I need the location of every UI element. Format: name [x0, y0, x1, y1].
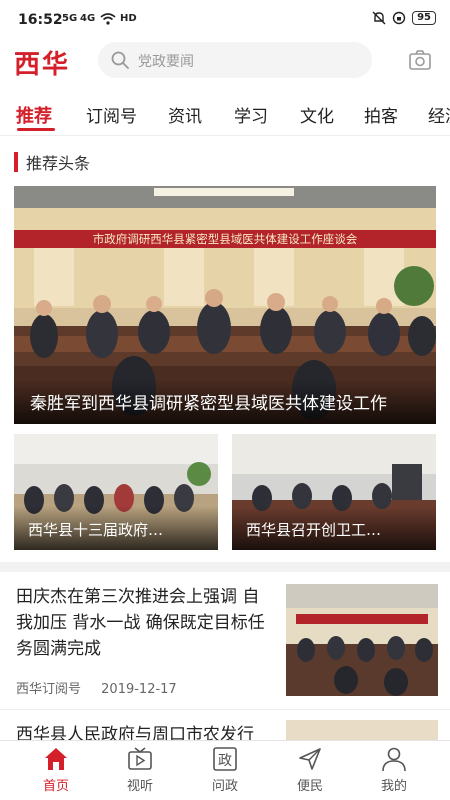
- nav-services[interactable]: 便民: [280, 745, 340, 794]
- headline-hero[interactable]: 市政府调研西华县紧密型县域医共体建设工作座谈会 秦胜军到西华县调研紧密型县域医共…: [14, 186, 436, 424]
- news-thumbnail: [286, 720, 438, 742]
- battery-level: 95: [412, 11, 436, 25]
- nav-media[interactable]: 视听: [110, 745, 170, 794]
- nav-profile[interactable]: 我的: [364, 745, 424, 794]
- tv-icon: [128, 747, 152, 770]
- mute-bell-icon: [372, 11, 386, 25]
- hero-banner-text: 市政府调研西华县紧密型县域医共体建设工作座谈会: [93, 232, 358, 246]
- tab-economy[interactable]: 经济: [428, 102, 450, 127]
- government-icon: 政: [213, 747, 237, 771]
- tab-culture[interactable]: 文化: [300, 102, 334, 127]
- nav-profile-label: 我的: [380, 779, 407, 794]
- news-item[interactable]: 西华县人民政府与周口市农发行: [0, 712, 450, 742]
- category-tabs: 推荐 订阅号 资讯 学习 文化 拍客 经济: [0, 90, 450, 136]
- news-thumbnail: [286, 584, 438, 696]
- news-photo: [286, 584, 438, 696]
- tab-photo[interactable]: 拍客: [364, 102, 398, 127]
- signal-4g-icon: 4G: [80, 13, 96, 24]
- app-header: 西华 党政要闻: [0, 38, 450, 84]
- bottom-navigation: 首页 视听 政 问政 便民 我的: [0, 740, 450, 800]
- svg-text:政: 政: [218, 753, 232, 769]
- wifi-icon: [100, 13, 116, 25]
- status-time: 16:52: [18, 12, 63, 28]
- news-meta: 西华订阅号 2019-12-17: [16, 678, 177, 697]
- news-date: 2019-12-17: [101, 682, 177, 697]
- section-title: 推荐头条: [26, 154, 91, 173]
- thumb-1-caption: 西华县十三届政府…: [28, 521, 164, 539]
- user-icon: [382, 747, 406, 772]
- status-bar: 16:52 5G 4G HD 95: [0, 0, 450, 38]
- app-logo: 西华: [14, 50, 71, 80]
- search-icon: [111, 51, 129, 69]
- news-item[interactable]: 田庆杰在第三次推进会上强调 自我加压 背水一战 确保既定目标任务圆满完成 西华订…: [0, 572, 450, 710]
- send-icon: [299, 748, 321, 770]
- tab-subscriptions[interactable]: 订阅号: [86, 102, 137, 127]
- home-icon: [45, 748, 67, 770]
- nav-politics-label: 问政: [211, 779, 238, 794]
- tab-active-indicator: [17, 128, 55, 131]
- tab-recommend[interactable]: 推荐: [16, 102, 52, 128]
- headline-thumb-2[interactable]: 西华县召开创卫工…: [232, 434, 436, 550]
- news-title: 田庆杰在第三次推进会上强调 自我加压 背水一战 确保既定目标任务圆满完成: [16, 587, 265, 659]
- thumb-2-caption: 西华县召开创卫工…: [246, 521, 382, 539]
- nav-politics[interactable]: 政 问政: [195, 745, 255, 794]
- headline-thumb-1[interactable]: 西华县十三届政府…: [14, 434, 218, 550]
- section-accent-bar: [14, 152, 18, 172]
- lock-rotation-icon: [392, 11, 406, 25]
- section-divider: [0, 562, 450, 572]
- nav-home-label: 首页: [42, 779, 69, 794]
- nav-services-label: 便民: [296, 779, 323, 794]
- camera-icon[interactable]: [408, 48, 432, 72]
- nav-home[interactable]: 首页: [26, 745, 86, 794]
- signal-5g-icon: 5G: [62, 13, 78, 24]
- search-bar[interactable]: 党政要闻: [98, 42, 372, 78]
- search-placeholder: 党政要闻: [138, 54, 194, 70]
- tab-news[interactable]: 资讯: [168, 102, 202, 127]
- news-source: 西华订阅号: [16, 682, 82, 697]
- section-header: 推荐头条: [14, 150, 90, 174]
- hd-icon: HD: [120, 13, 137, 24]
- hero-caption: 秦胜军到西华县调研紧密型县域医共体建设工作: [30, 394, 387, 414]
- nav-media-label: 视听: [126, 779, 153, 794]
- news-title: 西华县人民政府与周口市农发行: [16, 725, 254, 742]
- tab-study[interactable]: 学习: [234, 102, 268, 127]
